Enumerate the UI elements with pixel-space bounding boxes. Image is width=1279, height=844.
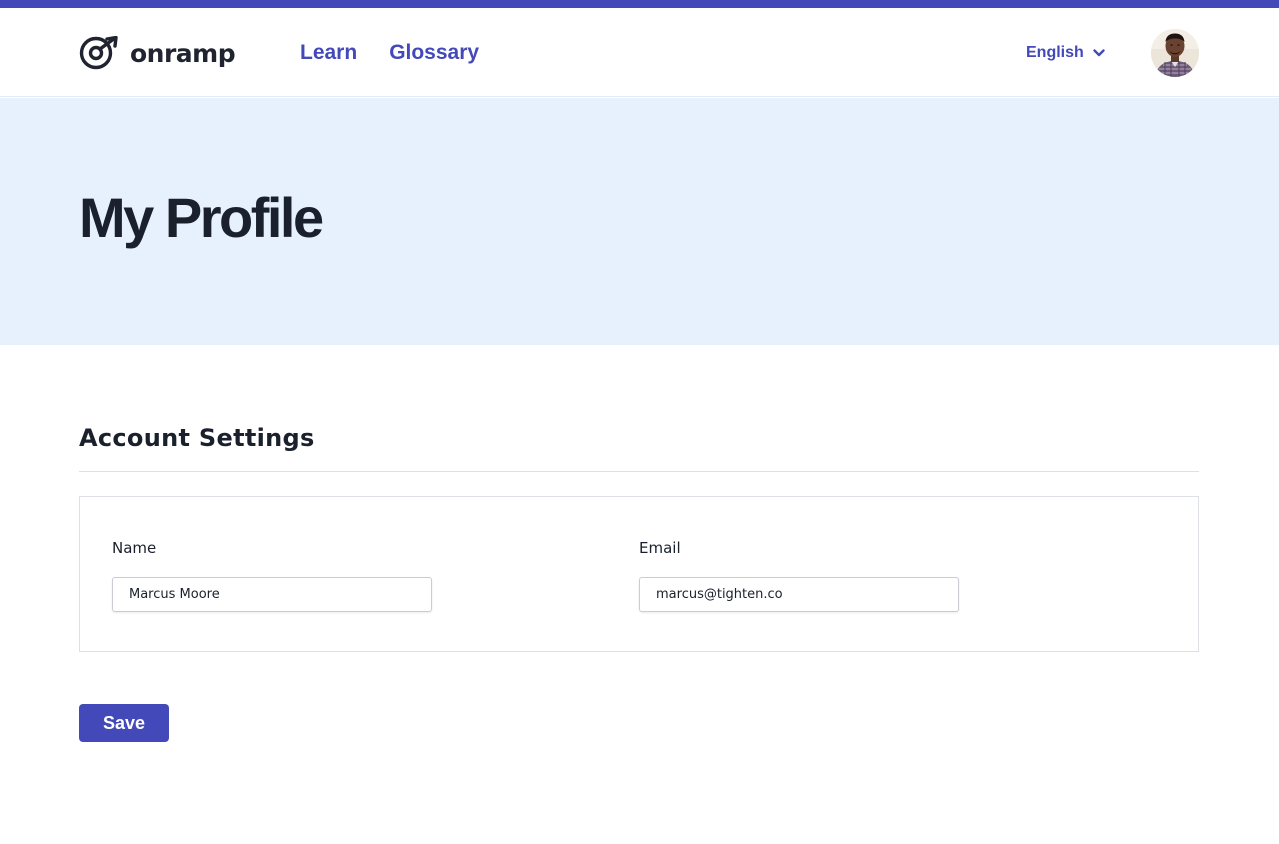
email-label: Email bbox=[639, 539, 681, 557]
nav-link-learn[interactable]: Learn bbox=[300, 41, 357, 65]
section-divider bbox=[79, 471, 1199, 472]
onramp-logo-icon bbox=[79, 36, 118, 70]
language-selector[interactable]: English bbox=[1026, 44, 1106, 62]
logo-text: onramp bbox=[130, 38, 236, 68]
language-label: English bbox=[1026, 44, 1084, 61]
name-label: Name bbox=[112, 539, 157, 557]
email-input[interactable] bbox=[639, 577, 959, 612]
section-title-account-settings: Account Settings bbox=[79, 424, 315, 452]
nav-link-glossary[interactable]: Glossary bbox=[389, 41, 479, 65]
site-header: onramp Learn Glossary English bbox=[0, 8, 1279, 97]
name-input[interactable] bbox=[112, 577, 432, 612]
hero-banner: My Profile bbox=[0, 98, 1279, 345]
logo[interactable]: onramp bbox=[79, 36, 236, 70]
page-title: My Profile bbox=[79, 186, 324, 249]
main-nav: Learn Glossary bbox=[300, 41, 479, 65]
chevron-down-icon bbox=[1093, 49, 1105, 57]
top-accent-bar bbox=[0, 0, 1279, 8]
avatar-image bbox=[1151, 29, 1199, 77]
user-avatar[interactable] bbox=[1151, 29, 1199, 77]
save-button[interactable]: Save bbox=[79, 704, 169, 742]
account-settings-form: Name Email bbox=[79, 496, 1199, 652]
